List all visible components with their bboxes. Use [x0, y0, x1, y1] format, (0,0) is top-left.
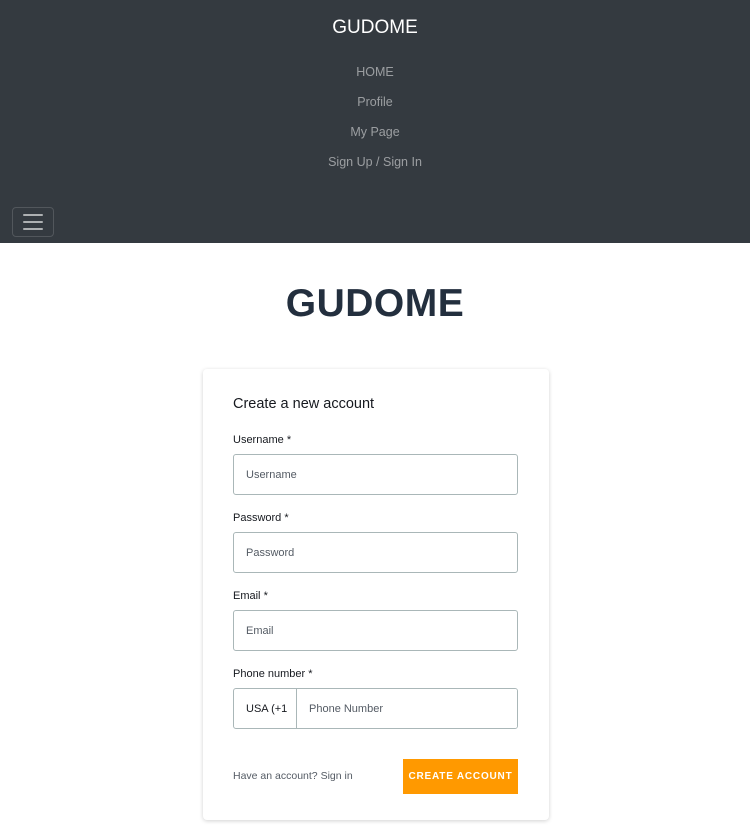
hamburger-menu-icon-bar — [23, 228, 43, 230]
nav-item-my-page[interactable]: My Page — [0, 120, 750, 150]
country-code-select[interactable]: USA (+1 — [234, 689, 297, 728]
page-title: GUDOME — [285, 282, 465, 325]
nav-item-sign-up-sign-in[interactable]: Sign Up / Sign In — [0, 150, 750, 180]
username-label: Username * — [233, 434, 291, 446]
required-mark: * — [263, 590, 268, 602]
password-input[interactable] — [233, 532, 518, 573]
nav-menu: HOME Profile My Page Sign Up / Sign In — [0, 60, 750, 180]
phone-number-input[interactable] — [297, 689, 517, 728]
password-label: Password * — [233, 512, 289, 524]
create-account-button[interactable]: Create Account — [403, 759, 518, 794]
phone-label: Phone number * — [233, 668, 313, 680]
required-mark: * — [284, 512, 289, 524]
sign-in-prompt: Have an account? Sign in — [233, 770, 353, 782]
nav-item-home[interactable]: HOME — [0, 60, 750, 90]
phone-label-text: Phone number — [233, 668, 306, 680]
navbar-toggler-button[interactable] — [12, 207, 54, 237]
nav-item-profile[interactable]: Profile — [0, 90, 750, 120]
navbar-brand[interactable]: GUDOME — [0, 17, 750, 39]
hamburger-menu-icon-bar — [23, 221, 43, 223]
have-account-text: Have an account? — [233, 770, 318, 782]
required-mark: * — [308, 668, 313, 680]
email-label-text: Email — [233, 590, 261, 602]
top-navbar: GUDOME HOME Profile My Page Sign Up / Si… — [0, 0, 750, 243]
required-mark: * — [286, 434, 292, 446]
password-label-text: Password — [233, 512, 282, 524]
username-input[interactable] — [233, 454, 518, 495]
form-title: Create a new account — [233, 396, 375, 412]
email-label: Email * — [233, 590, 268, 602]
sign-in-link[interactable]: Sign in — [321, 770, 353, 782]
email-input[interactable] — [233, 610, 518, 651]
username-label-text: Username — [233, 434, 284, 446]
hamburger-menu-icon — [23, 214, 43, 216]
phone-field: USA (+1 — [233, 688, 518, 729]
signup-card: Create a new account Username * Password… — [203, 369, 549, 820]
